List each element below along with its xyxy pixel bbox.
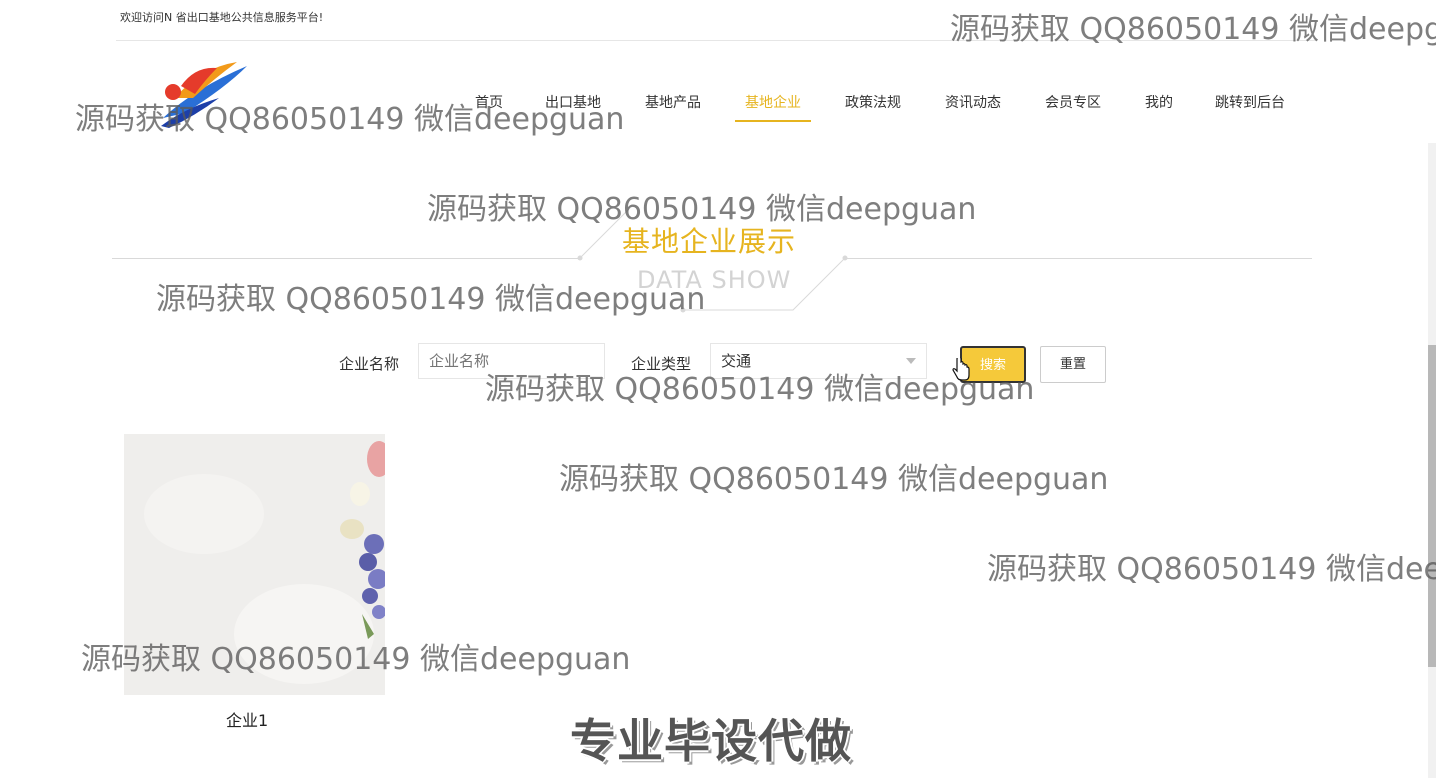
nav-mine[interactable]: 我的	[1135, 88, 1183, 120]
watermark: 源码获取 QQ86050149 微信deepguan	[559, 462, 1109, 497]
enterprise-card-image[interactable]	[124, 434, 385, 695]
section-subtitle: DATA SHOW	[637, 266, 792, 294]
enterprise-type-label: 企业类型	[631, 355, 692, 373]
title-line-right	[845, 258, 1312, 259]
hand-cursor-icon	[952, 358, 970, 381]
nav-news[interactable]: 资讯动态	[935, 88, 1011, 120]
nav-export-base[interactable]: 出口基地	[535, 88, 611, 120]
top-divider	[116, 40, 1316, 41]
enterprise-card-name[interactable]: 企业1	[226, 707, 268, 731]
nav-base-products[interactable]: 基地产品	[635, 88, 711, 120]
title-line-left	[112, 258, 580, 259]
nav-members[interactable]: 会员专区	[1035, 88, 1111, 120]
nav-policies[interactable]: 政策法规	[835, 88, 911, 120]
enterprise-type-value: 交通	[721, 352, 752, 370]
enterprise-type-select[interactable]: 交通	[710, 343, 927, 379]
nav-admin[interactable]: 跳转到后台	[1205, 88, 1295, 120]
section-title: 基地企业展示	[622, 225, 797, 258]
promo-banner: 专业毕设代做	[570, 714, 852, 768]
enterprise-name-input[interactable]	[418, 343, 605, 379]
watermark: 源码获取 QQ86050149 微信deepguan	[987, 552, 1436, 587]
flower-image	[124, 434, 385, 695]
reset-button[interactable]: 重置	[1040, 346, 1106, 383]
site-logo[interactable]	[155, 58, 255, 130]
nav-base-enterprises[interactable]: 基地企业	[735, 88, 811, 122]
scrollbar-thumb[interactable]	[1428, 345, 1436, 667]
welcome-text: 欢迎访问N 省出口基地公共信息服务平台!	[120, 11, 324, 24]
chevron-down-icon	[906, 358, 916, 364]
nav-home[interactable]: 首页	[465, 88, 513, 120]
watermark: 源码获取 QQ86050149 微信deepguan	[950, 12, 1436, 47]
enterprise-name-label: 企业名称	[339, 355, 400, 373]
